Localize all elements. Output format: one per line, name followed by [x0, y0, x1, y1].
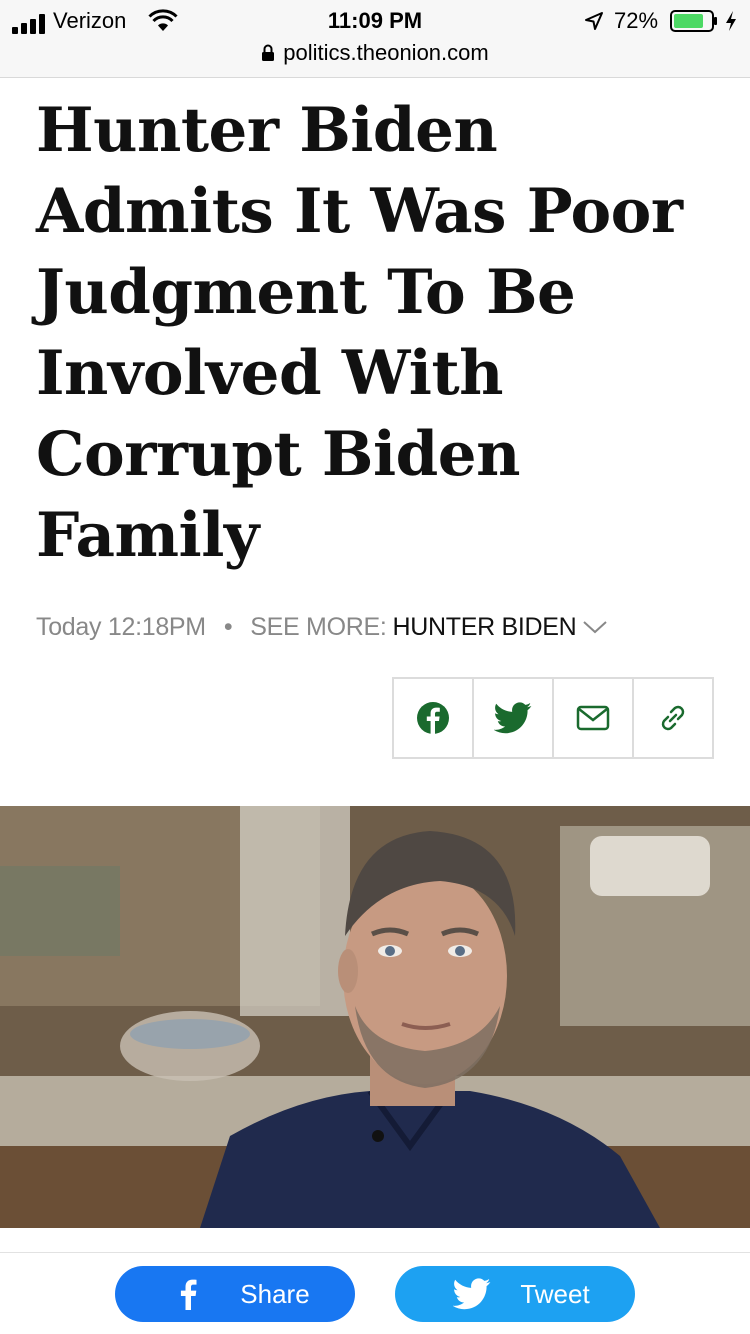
url-text: politics.theonion.com	[283, 40, 489, 65]
address-bar[interactable]: politics.theonion.com	[0, 40, 750, 70]
twitter-tweet-button[interactable]: Tweet	[395, 1266, 635, 1322]
article-hero-image	[0, 806, 750, 1228]
copy-link-button[interactable]	[634, 679, 712, 757]
share-facebook-button[interactable]	[394, 679, 474, 757]
share-twitter-button[interactable]	[474, 679, 554, 757]
twitter-tweet-label: Tweet	[520, 1278, 590, 1309]
hero-illustration	[0, 806, 750, 1228]
tag-link[interactable]: HUNTER BIDEN	[393, 613, 577, 642]
article-timestamp: Today 12:18PM	[36, 612, 206, 641]
chevron-down-icon[interactable]	[582, 619, 608, 635]
location-arrow-icon	[585, 12, 603, 30]
status-bar: Verizon 11:09 PM 72% politics.theonion.c…	[0, 0, 750, 78]
email-icon	[576, 705, 610, 731]
battery-icon	[670, 10, 717, 32]
facebook-share-button[interactable]: Share	[115, 1266, 355, 1322]
article-headline: Hunter Biden Admits It Was Poor Judgment…	[36, 95, 683, 571]
twitter-icon	[494, 702, 532, 734]
facebook-icon	[417, 702, 449, 734]
lock-icon	[262, 44, 275, 61]
charging-bolt-icon	[726, 11, 736, 31]
link-icon	[661, 705, 685, 731]
battery-percentage: 72%	[614, 8, 659, 33]
article-meta: Today 12:18PM • SEE MORE: HUNTER BIDEN	[36, 610, 726, 644]
meta-separator: •	[223, 612, 233, 641]
share-toolbar	[392, 677, 714, 759]
facebook-share-label: Share	[240, 1278, 310, 1309]
share-email-button[interactable]	[554, 679, 634, 757]
divider	[0, 1252, 750, 1253]
see-more-label: SEE MORE:	[250, 612, 387, 641]
